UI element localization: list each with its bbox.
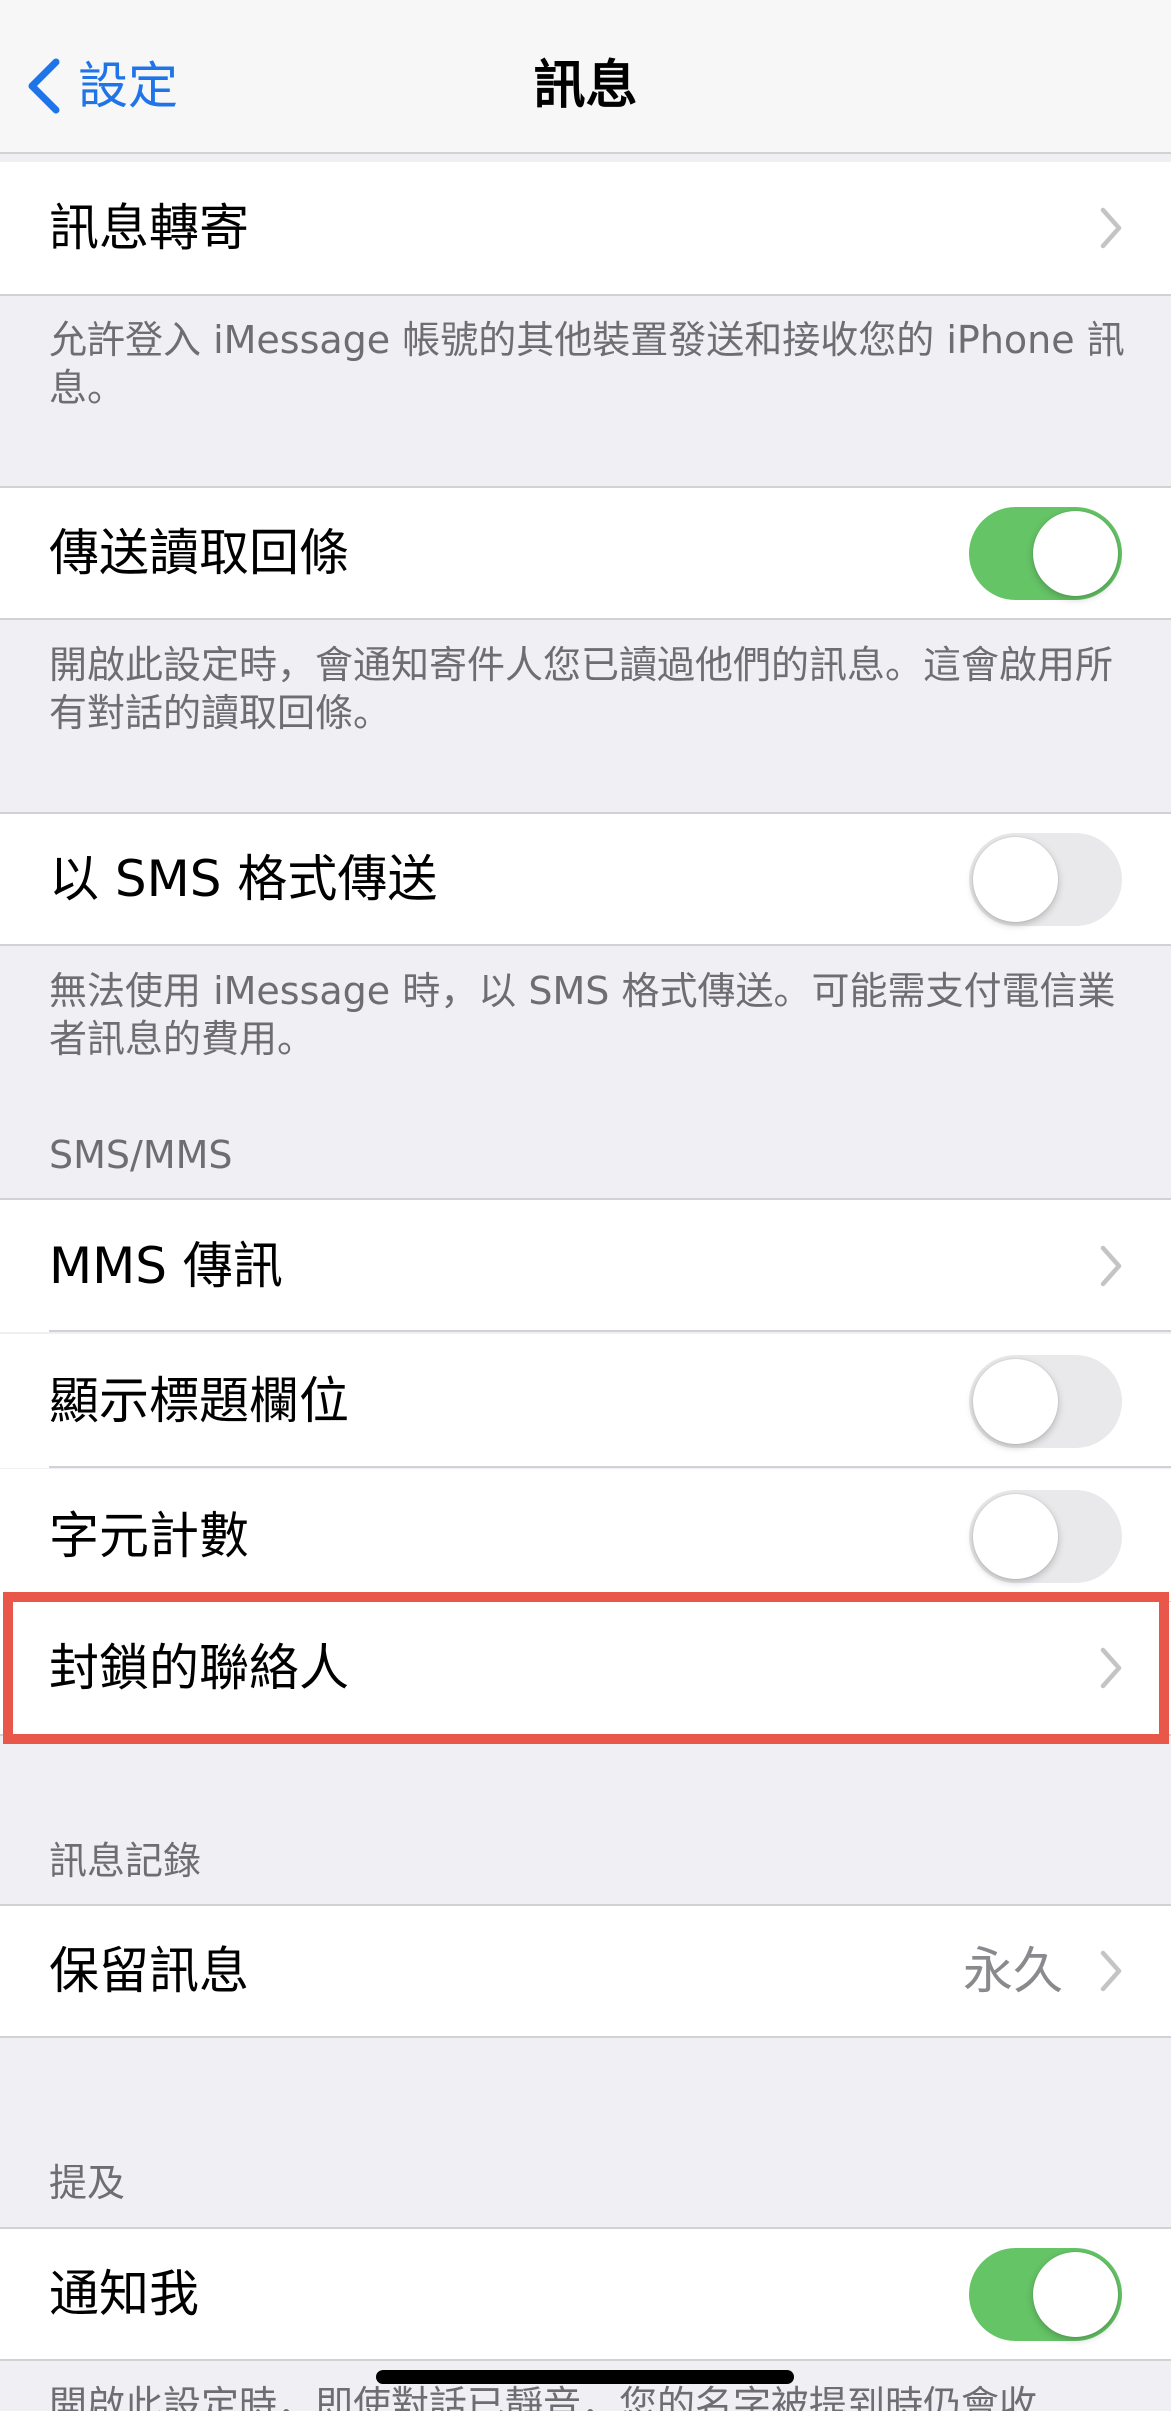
show-subject-row: 顯示標題欄位 bbox=[0, 1334, 1171, 1468]
notify-me-toggle[interactable] bbox=[969, 2247, 1122, 2341]
section-header-history: 訊息記錄 bbox=[49, 1839, 202, 1883]
forwarding-label: 訊息轉寄 bbox=[49, 199, 249, 257]
read-receipts-toggle[interactable] bbox=[969, 506, 1122, 600]
mms-messaging-row[interactable]: MMS 傳訊 bbox=[0, 1198, 1171, 1332]
toggle-knob bbox=[973, 1493, 1058, 1579]
page-title: 訊息 bbox=[533, 56, 638, 116]
mentions-note: 開啟此設定時，即使對話已靜音，您的名字被提到時仍會收 bbox=[49, 2383, 1038, 2411]
blocked-contacts-row[interactable]: 封鎖的聯絡人 bbox=[0, 1602, 1171, 1736]
send-as-sms-note: 無法使用 iMessage 時，以 SMS 格式傳送。可能需支付電信業者訊息的費… bbox=[49, 969, 1116, 1061]
navigation-bar: 設定 訊息 bbox=[0, 0, 1171, 154]
chevron-right-icon bbox=[1100, 1245, 1122, 1287]
chevron-right-icon bbox=[1100, 1950, 1122, 1992]
section-header-sms-mms: SMS/MMS bbox=[49, 1133, 233, 1177]
send-as-sms-toggle[interactable] bbox=[969, 832, 1122, 926]
read-receipts-label: 傳送讀取回條 bbox=[49, 524, 349, 582]
home-indicator bbox=[376, 2370, 794, 2384]
blocked-contacts-label: 封鎖的聯絡人 bbox=[49, 1639, 349, 1697]
notify-me-label: 通知我 bbox=[49, 2265, 199, 2323]
show-subject-toggle[interactable] bbox=[969, 1354, 1122, 1448]
toggle-knob bbox=[973, 836, 1058, 922]
character-count-label: 字元計數 bbox=[49, 1507, 249, 1565]
show-subject-label: 顯示標題欄位 bbox=[49, 1372, 349, 1430]
character-count-toggle[interactable] bbox=[969, 1489, 1122, 1583]
read-receipts-note: 開啟此設定時，會通知寄件人您已讀過他們的訊息。這會啟用所有對話的讀取回條。 bbox=[49, 643, 1114, 735]
section-header-mentions: 提及 bbox=[49, 2161, 126, 2205]
mms-messaging-label: MMS 傳訊 bbox=[49, 1237, 283, 1295]
toggle-knob bbox=[973, 1358, 1058, 1444]
keep-messages-value: 永久 bbox=[963, 1942, 1063, 2000]
character-count-row: 字元計數 bbox=[0, 1469, 1171, 1603]
forwarding-row[interactable]: 訊息轉寄 bbox=[0, 162, 1171, 296]
toggle-knob bbox=[1033, 510, 1118, 596]
keep-messages-row[interactable]: 保留訊息 永久 bbox=[0, 1904, 1171, 2038]
send-as-sms-label: 以 SMS 格式傳送 bbox=[49, 850, 438, 908]
read-receipts-row: 傳送讀取回條 bbox=[0, 486, 1171, 620]
chevron-right-icon bbox=[1100, 1647, 1122, 1689]
toggle-knob bbox=[1033, 2251, 1118, 2337]
keep-messages-label: 保留訊息 bbox=[49, 1942, 249, 2000]
chevron-right-icon bbox=[1100, 207, 1122, 249]
send-as-sms-row: 以 SMS 格式傳送 bbox=[0, 812, 1171, 946]
forwarding-note: 允許登入 iMessage 帳號的其他裝置發送和接收您的 iPhone 訊息。 bbox=[49, 318, 1125, 410]
notify-me-row: 通知我 bbox=[0, 2227, 1171, 2361]
